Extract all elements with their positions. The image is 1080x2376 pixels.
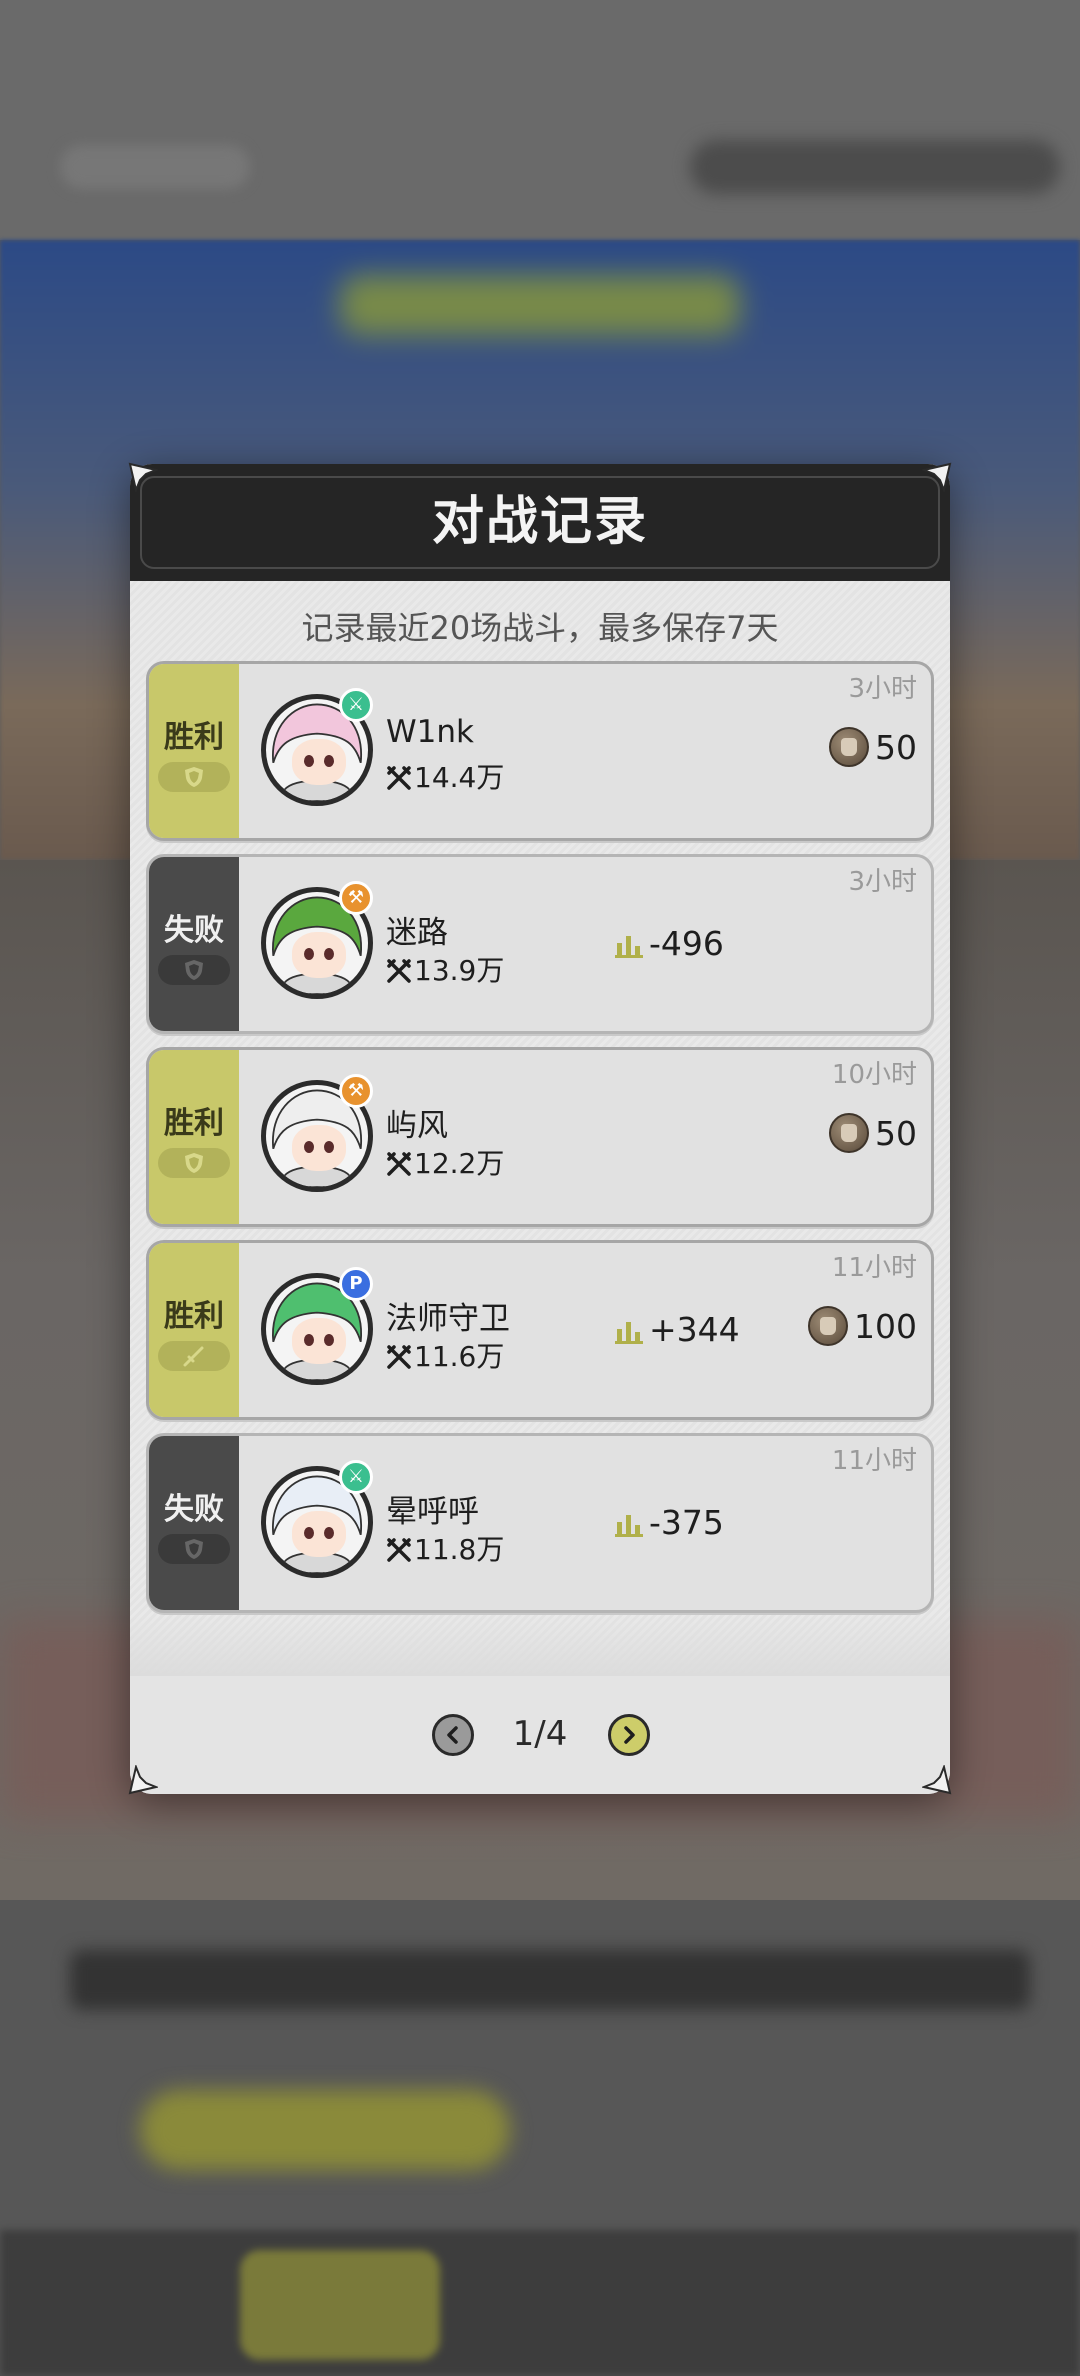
combat-power: 13.9万	[386, 949, 504, 989]
record-time: 3小时	[848, 867, 917, 897]
record-card[interactable]: 失败 ⚔ 11小时晕呼呼 11.8万 -375	[146, 1433, 934, 1613]
warrior-class-icon: ⚒	[339, 881, 373, 915]
result-label: 失败	[164, 913, 224, 948]
coin-reward-value: 100	[854, 1307, 917, 1346]
player-name: 法师守卫	[386, 1301, 510, 1337]
player-name: 晕呼呼	[386, 1494, 479, 1530]
rank-change-value: +344	[649, 1310, 740, 1349]
shield-icon	[185, 960, 203, 980]
combat-power: 12.2万	[386, 1142, 504, 1182]
swordsman-class-icon: ⚔	[339, 1460, 373, 1494]
bar-chart-icon	[615, 1322, 643, 1344]
player-name: W1nk	[386, 714, 474, 750]
fist-coin-icon	[829, 727, 869, 767]
record-card[interactable]: 失败 ⚒ 3小时迷路 13.9万 -496	[146, 854, 934, 1034]
warrior-class-icon: ⚒	[339, 1074, 373, 1108]
record-card[interactable]: 胜利 ⚔ 3小时 W1nk 14.4万 50	[146, 661, 934, 841]
combat-power: 11.6万	[386, 1335, 504, 1375]
crossed-swords-icon	[387, 1345, 411, 1369]
coin-reward: 50	[829, 1113, 917, 1153]
coin-reward-value: 50	[875, 728, 917, 767]
combat-power-value: 14.4万	[414, 761, 505, 794]
frame-corner-icon	[128, 1765, 158, 1795]
result-label: 胜利	[164, 1299, 224, 1334]
result-label: 胜利	[164, 720, 224, 755]
shield-icon	[185, 1539, 203, 1559]
combat-power-value: 11.6万	[414, 1340, 505, 1373]
result-label: 失败	[164, 1492, 224, 1527]
record-time: 11小时	[831, 1446, 917, 1476]
bar-chart-icon	[615, 1515, 643, 1537]
record-time: 10小时	[831, 1060, 917, 1090]
rank-change-value: -375	[649, 1503, 724, 1542]
dialog-body: 记录最近20场战斗，最多保存7天 胜利 ⚔ 3小时 W1nk 14.4万 50 失败 ⚒ 3小时…	[130, 581, 950, 1676]
combat-power-value: 13.9万	[414, 954, 505, 987]
battle-record-dialog: 对战记录 记录最近20场战斗，最多保存7天 胜利 ⚔ 3小时 W1nk 14.4万 50 失…	[130, 464, 950, 1794]
combat-power: 14.4万	[386, 756, 504, 796]
swordsman-class-icon: ⚔	[339, 688, 373, 722]
prev-page-button[interactable]	[432, 1714, 474, 1756]
combat-power: 11.8万	[386, 1528, 504, 1568]
rank-change: -496	[615, 924, 724, 963]
rank-change: -375	[615, 1503, 724, 1542]
next-page-button[interactable]	[608, 1714, 650, 1756]
result-mark	[158, 1148, 230, 1178]
crossed-swords-icon	[387, 766, 411, 790]
player-name: 迷路	[386, 915, 448, 951]
record-card[interactable]: 胜利 ⚒ 10小时屿风 12.2万 50	[146, 1047, 934, 1227]
fist-coin-icon	[829, 1113, 869, 1153]
coin-reward-value: 50	[875, 1114, 917, 1153]
shield-icon	[185, 1153, 203, 1173]
mage-class-icon: P	[339, 1267, 373, 1301]
bar-chart-icon	[615, 936, 643, 958]
result-mark	[158, 762, 230, 792]
shield-icon	[185, 767, 203, 787]
coin-reward: 50	[829, 727, 917, 767]
frame-corner-icon	[922, 1765, 952, 1795]
background-bottom-nav	[0, 1900, 1080, 2376]
chevron-left-icon	[447, 1726, 458, 1744]
player-name: 屿风	[386, 1108, 448, 1144]
rank-change-value: -496	[649, 924, 724, 963]
result-mark	[158, 955, 230, 985]
pagination: 1/4	[130, 1676, 950, 1794]
dialog-subtitle: 记录最近20场战斗，最多保存7天	[301, 609, 779, 647]
combat-power-value: 11.8万	[414, 1533, 505, 1566]
sword-icon	[183, 1346, 204, 1367]
result-mark	[158, 1534, 230, 1564]
result-mark	[158, 1341, 230, 1371]
fist-coin-icon	[808, 1306, 848, 1346]
dialog-header: 对战记录	[130, 464, 950, 581]
page-indicator: 1/4	[512, 1714, 568, 1754]
background-top-bar	[0, 0, 1080, 240]
frame-corner-icon	[128, 462, 158, 492]
result-label: 胜利	[164, 1106, 224, 1141]
crossed-swords-icon	[387, 1152, 411, 1176]
rank-change: +344	[615, 1310, 740, 1349]
crossed-swords-icon	[387, 1538, 411, 1562]
record-card[interactable]: 胜利 P 11小时法师守卫 11.6万 +344 100	[146, 1240, 934, 1420]
record-time: 3小时	[848, 674, 917, 704]
dialog-title: 对战记录	[431, 492, 648, 552]
frame-corner-icon	[922, 462, 952, 492]
crossed-swords-icon	[387, 959, 411, 983]
chevron-right-icon	[624, 1726, 635, 1744]
coin-reward: 100	[808, 1306, 917, 1346]
combat-power-value: 12.2万	[414, 1147, 505, 1180]
record-time: 11小时	[831, 1253, 917, 1283]
